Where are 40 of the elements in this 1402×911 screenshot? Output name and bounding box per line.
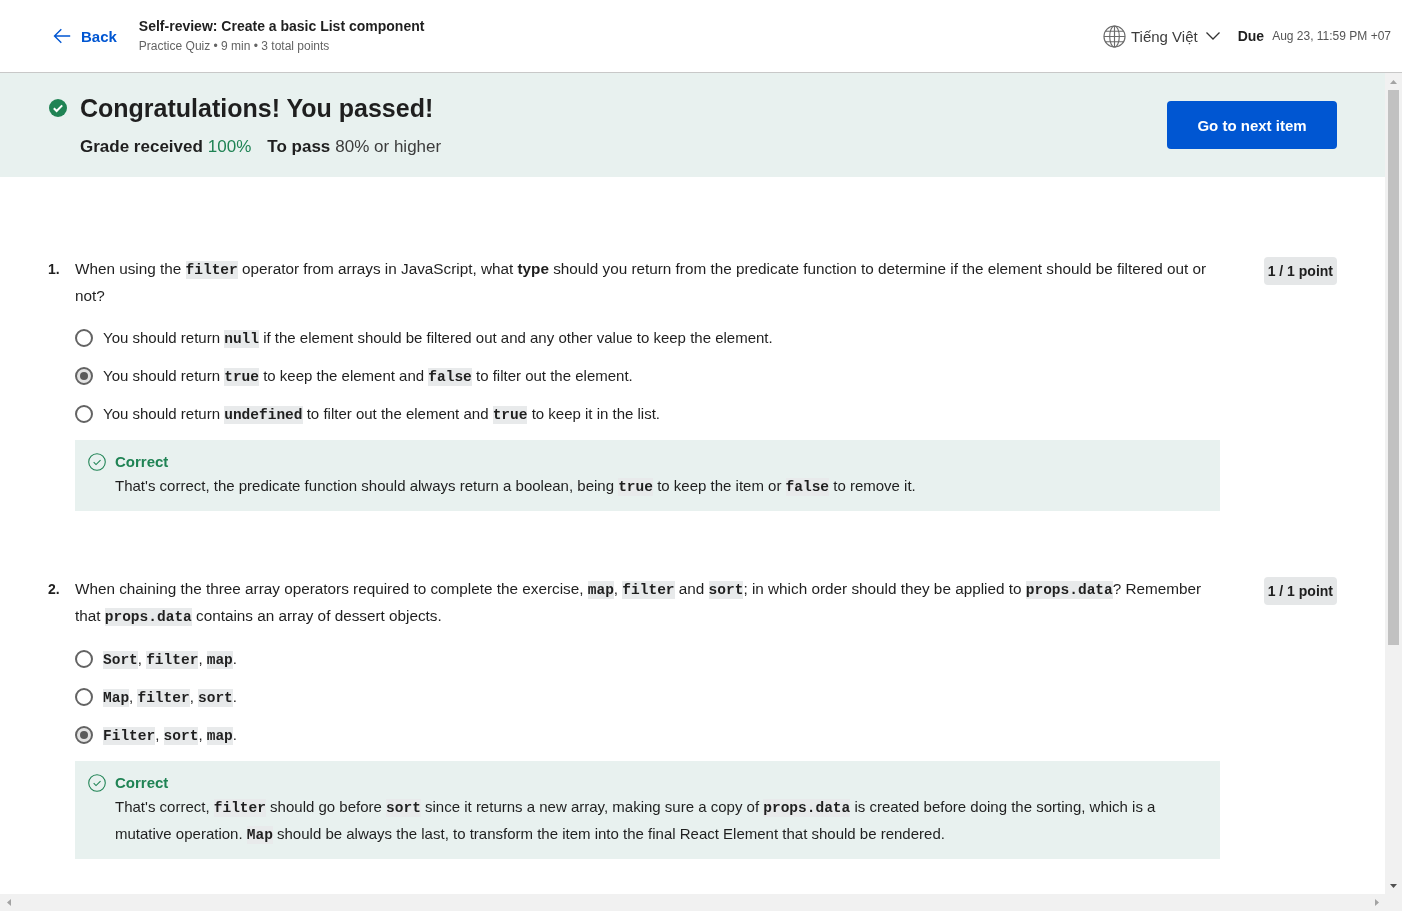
option-label: Map, filter, sort.	[103, 686, 237, 709]
feedback-status: Correct	[115, 452, 170, 472]
option-label: You should return null if the element should be filtered out and any other value to keep the element.	[103, 327, 773, 350]
feedback-text: That's correct, the predicate function should always return a boolean, being true to keep the item or false to remove it.	[115, 476, 917, 498]
grade-label: Grade received	[80, 137, 203, 156]
option-label: You should return undefined to filter out the element and true to keep it in the list.	[103, 403, 661, 426]
grade-value: 100%	[207, 137, 252, 156]
check-circle-icon	[49, 99, 67, 117]
option-label: Sort, filter, map.	[103, 648, 237, 671]
radio-button[interactable]	[75, 329, 93, 347]
feedback-text: That's correct, filter should go before sort since it returns a new array, making sure a copy of props.data is created before doing the sorting, which is a mutative operation. Map should be always the last, to transform the item into the final React Element that should be rendered.	[115, 797, 1157, 846]
item-title: Self-review: Create a basic List component	[138, 18, 425, 35]
result-heading: Congratulations! You passed!	[80, 93, 435, 124]
option-label: You should return true to keep the element and false to filter out the element.	[103, 365, 633, 388]
question-number: 2.	[48, 580, 61, 599]
scrollbar-thumb[interactable]	[1388, 90, 1399, 645]
due-label: Due	[1237, 28, 1265, 44]
globe-icon	[1102, 24, 1126, 48]
option-label: Filter, sort, map.	[103, 724, 237, 747]
scroll-down-icon[interactable]	[1390, 883, 1397, 888]
chevron-down-icon	[1205, 32, 1220, 40]
feedback-status: Correct	[115, 773, 170, 793]
points-badge: 1 / 1 point	[1263, 257, 1337, 285]
radio-button[interactable]	[75, 367, 93, 385]
item-meta: Practice Quiz • 9 min • 3 total points	[138, 39, 331, 54]
points-badge: 1 / 1 point	[1263, 577, 1337, 605]
question-text: When using the filter operator from arrays in JavaScript, what type should you return from the predicate function to determine if the element should be filtered out or not?	[75, 259, 1208, 306]
radio-button[interactable]	[75, 688, 93, 706]
next-item-button[interactable]: Go to next item	[1167, 101, 1337, 149]
question-text: When chaining the three array operators required to complete the exercise, map, filter and sort; in which order should they be applied to props.data? Remember that props.data contains an array of dessert objects.	[75, 579, 1203, 628]
language-selector[interactable]: Tiếng Việt	[1102, 24, 1220, 48]
pass-label: To pass	[267, 137, 331, 156]
back-arrow-icon	[53, 28, 71, 44]
due-date: Aug 23, 11:59 PM +07	[1272, 29, 1391, 43]
back-link[interactable]: Back	[53, 25, 117, 47]
radio-button[interactable]	[75, 726, 93, 744]
pass-value: 80% or higher	[335, 137, 442, 156]
radio-button[interactable]	[75, 405, 93, 423]
radio-button[interactable]	[75, 650, 93, 668]
question-number: 1.	[48, 260, 61, 279]
